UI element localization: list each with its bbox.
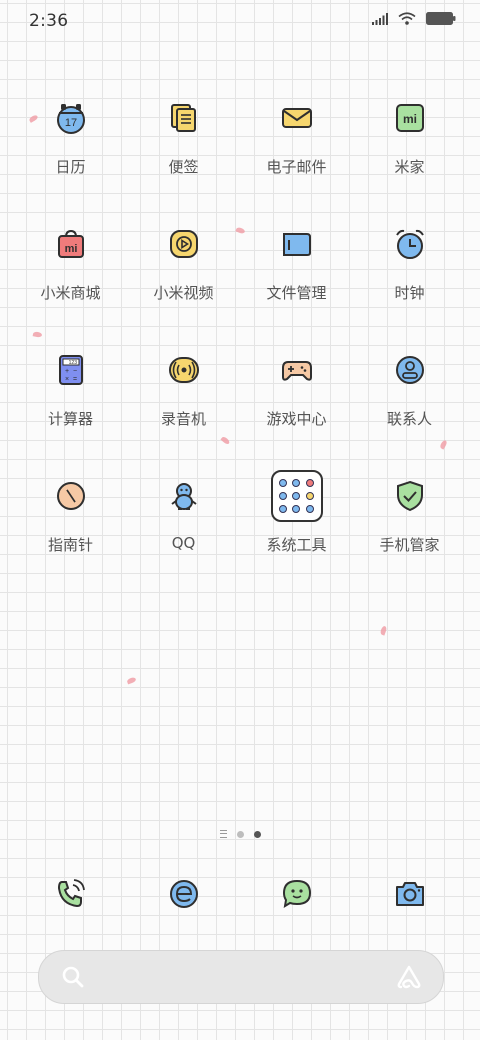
messages-icon	[277, 874, 317, 914]
compass-icon	[51, 476, 91, 516]
app-label: 计算器	[47, 410, 93, 428]
app-calendar[interactable]: 17 日历	[14, 92, 127, 192]
app-label: 系统工具	[266, 536, 327, 554]
svg-text:=: =	[72, 376, 76, 383]
battery-icon	[426, 12, 456, 25]
app-label: 米家	[394, 158, 425, 176]
app-mi-video[interactable]: 小米视频	[127, 218, 240, 318]
video-icon	[164, 224, 204, 264]
app-label: 电子邮件	[266, 158, 327, 176]
app-system-tools-folder[interactable]: 系统工具	[240, 470, 353, 570]
app-label: QQ	[171, 534, 196, 552]
svg-text:×: ×	[64, 376, 68, 383]
status-time: 2:36	[29, 11, 69, 31]
notes-icon	[164, 98, 204, 138]
folder-icon	[277, 224, 317, 264]
contacts-icon	[390, 350, 430, 390]
dock	[14, 870, 466, 918]
mijia-icon: mi	[390, 98, 430, 138]
search-icon[interactable]	[61, 965, 85, 993]
phone-icon	[51, 874, 91, 914]
petal-decoration	[126, 676, 137, 685]
gamepad-icon	[277, 350, 317, 390]
signal-icon	[372, 12, 388, 25]
app-clock[interactable]: 时钟	[353, 218, 466, 318]
dock-camera[interactable]	[353, 870, 466, 918]
app-notes[interactable]: 便签	[127, 92, 240, 192]
app-label: 日历	[55, 158, 86, 176]
svg-text:−: −	[72, 368, 76, 375]
petal-decoration	[32, 331, 43, 338]
app-label: 录音机	[160, 410, 206, 428]
qq-penguin-icon	[164, 476, 204, 516]
svg-text:+: +	[64, 368, 68, 375]
calendar-icon: 17	[51, 98, 91, 138]
app-label: 指南针	[47, 536, 93, 554]
calculator-icon: 123 + − × =	[51, 350, 91, 390]
search-bar[interactable]	[38, 950, 444, 1004]
app-qq[interactable]: QQ	[127, 470, 240, 570]
app-security[interactable]: 手机管家	[353, 470, 466, 570]
app-file-manager[interactable]: 文件管理	[240, 218, 353, 318]
app-email[interactable]: 电子邮件	[240, 92, 353, 192]
calculator-display: 123	[68, 360, 77, 366]
status-bar: 2:36	[0, 0, 480, 42]
app-label: 文件管理	[266, 284, 327, 302]
app-label: 游戏中心	[266, 410, 327, 428]
app-contacts[interactable]: 联系人	[353, 344, 466, 444]
mijia-badge: mi	[402, 112, 416, 126]
app-label: 小米商城	[40, 284, 101, 302]
page-dot[interactable]	[236, 830, 244, 838]
app-label: 手机管家	[379, 536, 440, 554]
page-list-icon[interactable]	[219, 830, 227, 838]
dock-messages[interactable]	[240, 870, 353, 918]
system-tools-folder-icon	[270, 470, 323, 522]
app-label: 时钟	[394, 284, 425, 302]
app-mi-store[interactable]: mi 小米商城	[14, 218, 127, 318]
status-icons	[372, 12, 456, 25]
app-game-center[interactable]: 游戏中心	[240, 344, 353, 444]
dock-phone[interactable]	[14, 870, 127, 918]
dock-browser[interactable]	[127, 870, 240, 918]
app-compass[interactable]: 指南针	[14, 470, 127, 570]
mi-store-icon: mi	[51, 224, 91, 264]
app-mijia[interactable]: mi 米家	[353, 92, 466, 192]
wifi-icon	[398, 12, 416, 25]
recorder-icon	[164, 350, 204, 390]
page-dot-active[interactable]	[253, 830, 261, 838]
security-shield-icon	[390, 476, 430, 516]
app-label: 联系人	[386, 410, 432, 428]
assistant-icon[interactable]	[395, 964, 423, 994]
calendar-icon-date: 17	[64, 117, 76, 129]
mail-icon	[277, 98, 317, 138]
app-label: 小米视频	[153, 284, 214, 302]
camera-icon	[390, 874, 430, 914]
page-indicator[interactable]	[0, 830, 480, 838]
mi-store-badge: mi	[64, 243, 77, 255]
petal-decoration	[379, 625, 388, 636]
browser-icon	[164, 874, 204, 914]
app-recorder[interactable]: 录音机	[127, 344, 240, 444]
app-calculator[interactable]: 123 + − × = 计算器	[14, 344, 127, 444]
alarm-clock-icon	[390, 224, 430, 264]
folder-preview-grid	[270, 470, 323, 522]
app-label: 便签	[168, 158, 199, 176]
